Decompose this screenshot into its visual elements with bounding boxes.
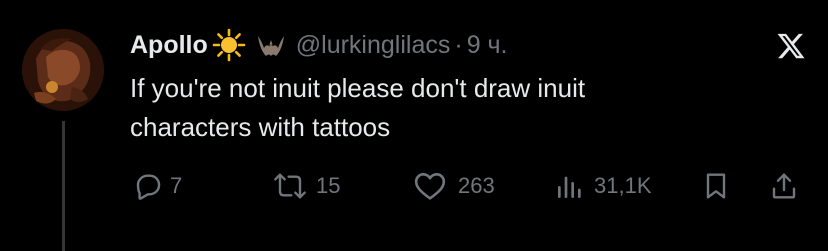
- views-count: 31,1K: [594, 173, 652, 198]
- repost-count: 15: [316, 173, 341, 198]
- like-button[interactable]: 263: [412, 166, 495, 206]
- bar-chart-icon: [558, 176, 581, 198]
- tweet-text: If you're not inuit please don't draw in…: [130, 73, 586, 142]
- bat-emoji-icon: [254, 28, 288, 62]
- avatar-art-icon: [22, 29, 104, 111]
- avatar[interactable]: [22, 29, 104, 111]
- repost-button[interactable]: 15: [270, 166, 340, 206]
- bookmark-button[interactable]: [700, 166, 732, 206]
- speech-bubble-icon: [136, 174, 161, 200]
- share-button[interactable]: [768, 166, 800, 206]
- timestamp[interactable]: 9 ч.: [467, 31, 508, 60]
- author-handle[interactable]: @lurkinglilacs: [296, 31, 451, 60]
- x-logo-icon: [776, 31, 806, 61]
- reply-button[interactable]: 7: [132, 166, 182, 206]
- bookmark-icon: [706, 173, 726, 199]
- author-name[interactable]: Apollo: [130, 31, 208, 60]
- separator-dot: ·: [454, 30, 463, 59]
- sun-emoji-icon: [212, 28, 246, 62]
- views-button[interactable]: 31,1K: [554, 166, 652, 206]
- tweet-header: Apollo @lurkinglilacs · 9 ч.: [130, 27, 508, 63]
- like-count: 263: [458, 173, 495, 198]
- reply-count: 7: [170, 173, 183, 198]
- action-bar: 7 15 263 31,1K: [0, 166, 828, 206]
- heart-icon: [414, 173, 446, 200]
- share-icon: [772, 173, 796, 199]
- repost-arrows-icon: [274, 173, 306, 199]
